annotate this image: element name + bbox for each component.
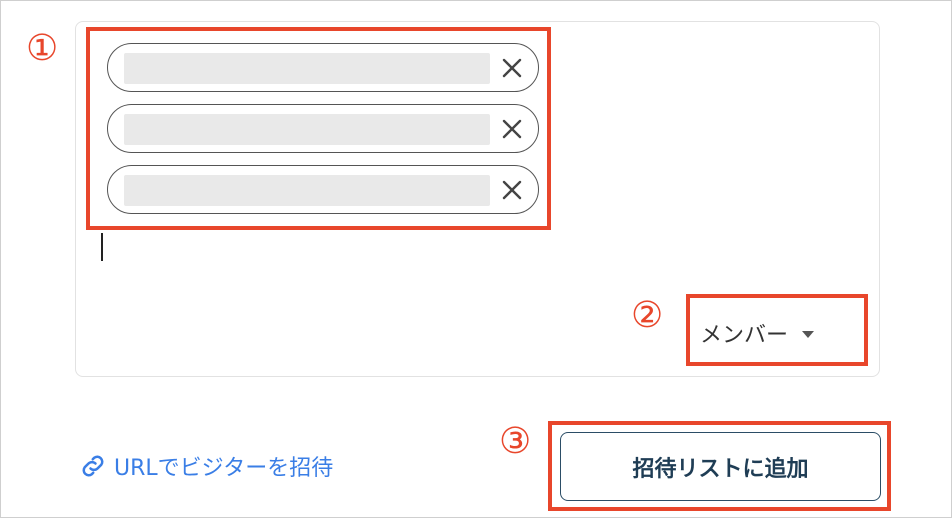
invite-visitor-link-label: URLでビジターを招待 — [114, 456, 334, 481]
invite-visitor-by-url-link[interactable]: URLでビジターを招待 — [78, 448, 333, 484]
link-icon — [82, 455, 104, 477]
annotation-marker-1: ① — [26, 28, 59, 69]
annotation-marker-2: ② — [631, 295, 664, 336]
highlight-box-role — [686, 294, 868, 366]
highlight-box-invitees — [86, 27, 551, 230]
annotation-marker-3: ③ — [499, 421, 532, 462]
text-cursor — [101, 233, 103, 261]
highlight-box-add-button — [548, 421, 891, 511]
